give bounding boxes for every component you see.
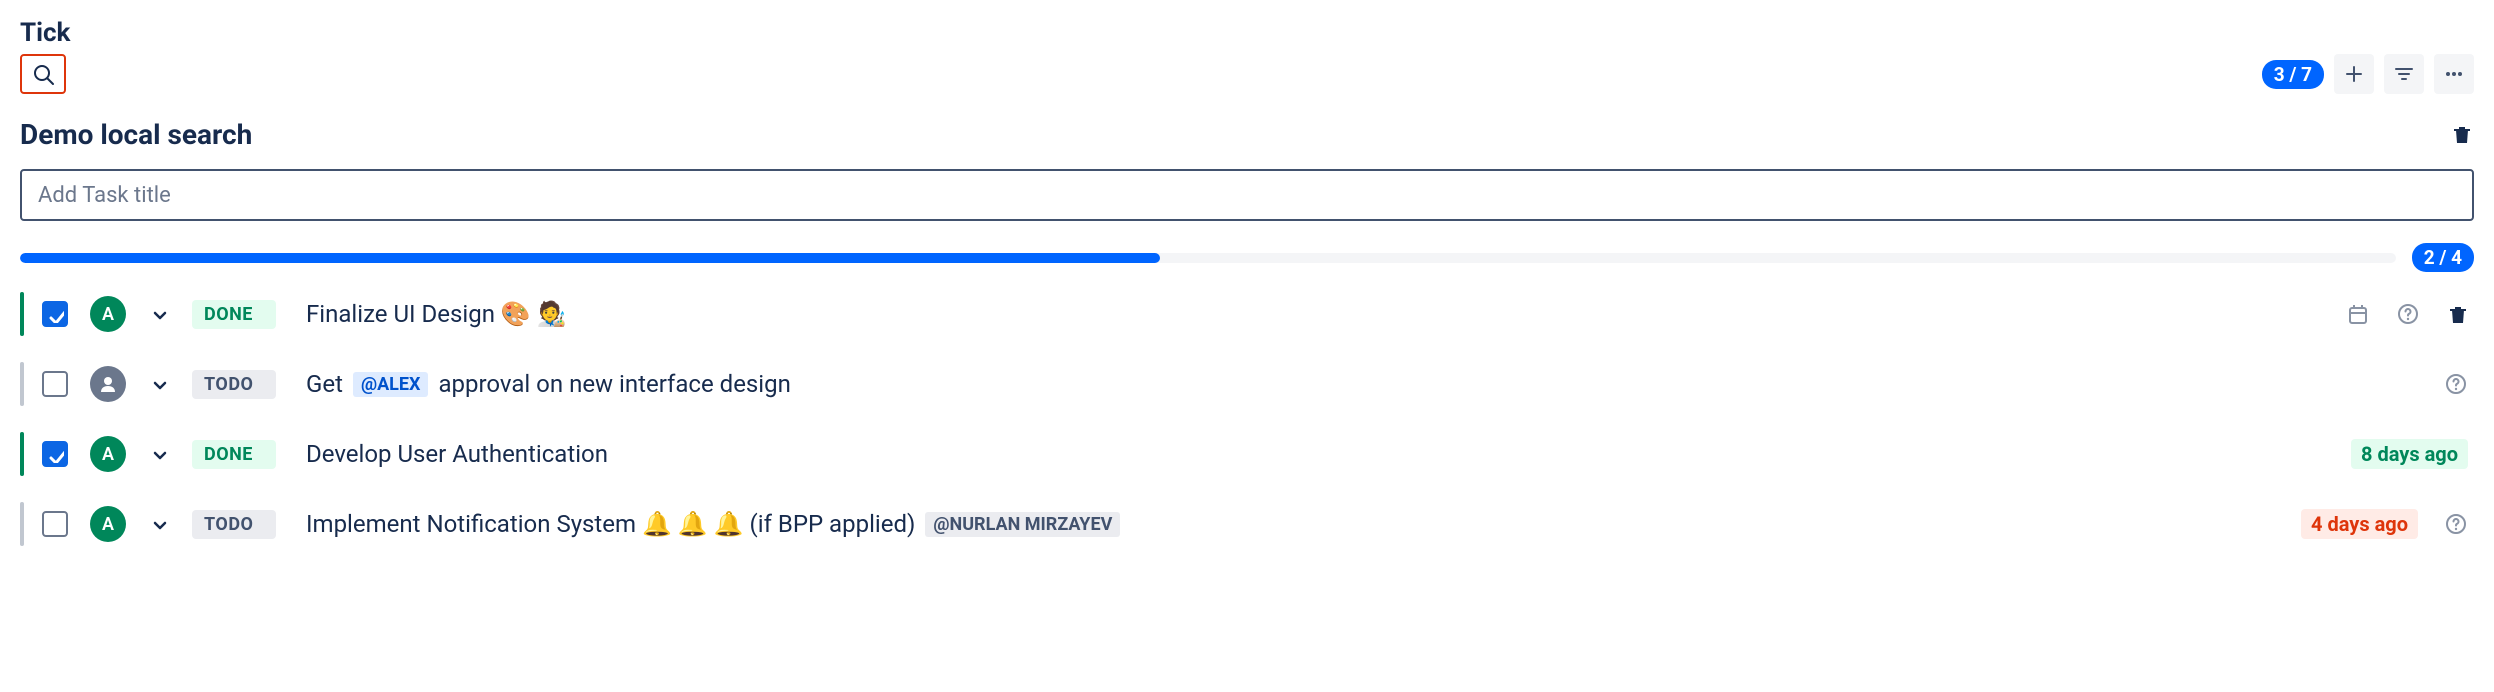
task-title[interactable]: Finalize UI Design 🎨 🧑‍🎨 — [306, 300, 2346, 328]
progress-badge: 2 / 4 — [2412, 243, 2474, 272]
help-button[interactable] — [2396, 302, 2420, 326]
task-actions: 8 days ago — [2351, 439, 2474, 469]
task-checkbox[interactable] — [42, 441, 68, 467]
calendar-icon — [2346, 302, 2370, 326]
expand-toggle[interactable] — [148, 513, 170, 535]
task-title[interactable]: Develop User Authentication — [306, 440, 2351, 468]
task-title[interactable]: Get @ALEX approval on new interface desi… — [306, 370, 2444, 398]
chevron-down-icon — [148, 303, 170, 325]
search-button[interactable] — [20, 54, 66, 94]
chevron-down-icon — [148, 443, 170, 465]
help-button[interactable] — [2444, 512, 2468, 536]
task-accent — [20, 362, 24, 406]
mention[interactable]: @NURLAN MIRZAYEV — [925, 512, 1120, 537]
assignee-avatar[interactable]: A — [90, 506, 126, 542]
assignee-avatar[interactable] — [90, 366, 126, 402]
chevron-down-icon — [148, 513, 170, 535]
task-actions — [2444, 372, 2474, 396]
status-badge[interactable]: DONE — [192, 440, 276, 469]
status-badge[interactable]: TODO — [192, 510, 276, 539]
check-icon — [46, 305, 64, 323]
task-checkbox[interactable] — [42, 301, 68, 327]
due-badge: 4 days ago — [2301, 509, 2418, 539]
filter-icon — [2392, 62, 2416, 86]
help-icon — [2396, 302, 2420, 326]
task-accent — [20, 292, 24, 336]
expand-toggle[interactable] — [148, 303, 170, 325]
task-checkbox[interactable] — [42, 371, 68, 397]
status-badge[interactable]: DONE — [192, 300, 276, 329]
delete-task-button[interactable] — [2446, 303, 2468, 325]
add-task-input[interactable] — [20, 169, 2474, 221]
filter-button[interactable] — [2384, 54, 2424, 94]
expand-toggle[interactable] — [148, 443, 170, 465]
person-icon — [96, 372, 120, 396]
section-title: Demo local search — [20, 118, 252, 151]
check-icon — [46, 445, 64, 463]
header-count-badge: 3 / 7 — [2262, 60, 2324, 89]
task-accent — [20, 432, 24, 476]
status-badge[interactable]: TODO — [192, 370, 276, 399]
task-checkbox[interactable] — [42, 511, 68, 537]
task-row[interactable]: A DONE Finalize UI Design 🎨 🧑‍🎨 — [20, 286, 2474, 342]
date-button[interactable] — [2346, 302, 2370, 326]
help-icon — [2444, 372, 2468, 396]
expand-toggle[interactable] — [148, 373, 170, 395]
assignee-avatar[interactable]: A — [90, 436, 126, 472]
task-title[interactable]: Implement Notification System 🔔 🔔 🔔 (if … — [306, 510, 2301, 538]
task-actions: 4 days ago — [2301, 509, 2474, 539]
search-icon — [31, 62, 55, 86]
progress-bar — [20, 253, 2396, 263]
due-badge: 8 days ago — [2351, 439, 2468, 469]
mention[interactable]: @ALEX — [353, 372, 429, 397]
task-row[interactable]: A TODO Implement Notification System 🔔 🔔 🔔… — [20, 496, 2474, 552]
chevron-down-icon — [148, 373, 170, 395]
help-icon — [2444, 512, 2468, 536]
trash-icon — [2446, 303, 2468, 325]
add-button[interactable] — [2334, 54, 2374, 94]
task-list: A DONE Finalize UI Design 🎨 🧑‍🎨 TODO Get @AL… — [20, 286, 2474, 552]
progress-fill — [20, 253, 1160, 263]
task-actions — [2346, 302, 2474, 326]
task-row[interactable]: TODO Get @ALEX approval on new interface … — [20, 356, 2474, 412]
trash-icon — [2450, 123, 2474, 147]
task-row[interactable]: A DONE Develop User Authentication8 days a… — [20, 426, 2474, 482]
task-accent — [20, 502, 24, 546]
more-icon — [2442, 62, 2466, 86]
app-title: Tick — [20, 18, 70, 48]
more-button[interactable] — [2434, 54, 2474, 94]
plus-icon — [2342, 62, 2366, 86]
help-button[interactable] — [2444, 372, 2468, 396]
delete-section-button[interactable] — [2450, 123, 2474, 147]
assignee-avatar[interactable]: A — [90, 296, 126, 332]
